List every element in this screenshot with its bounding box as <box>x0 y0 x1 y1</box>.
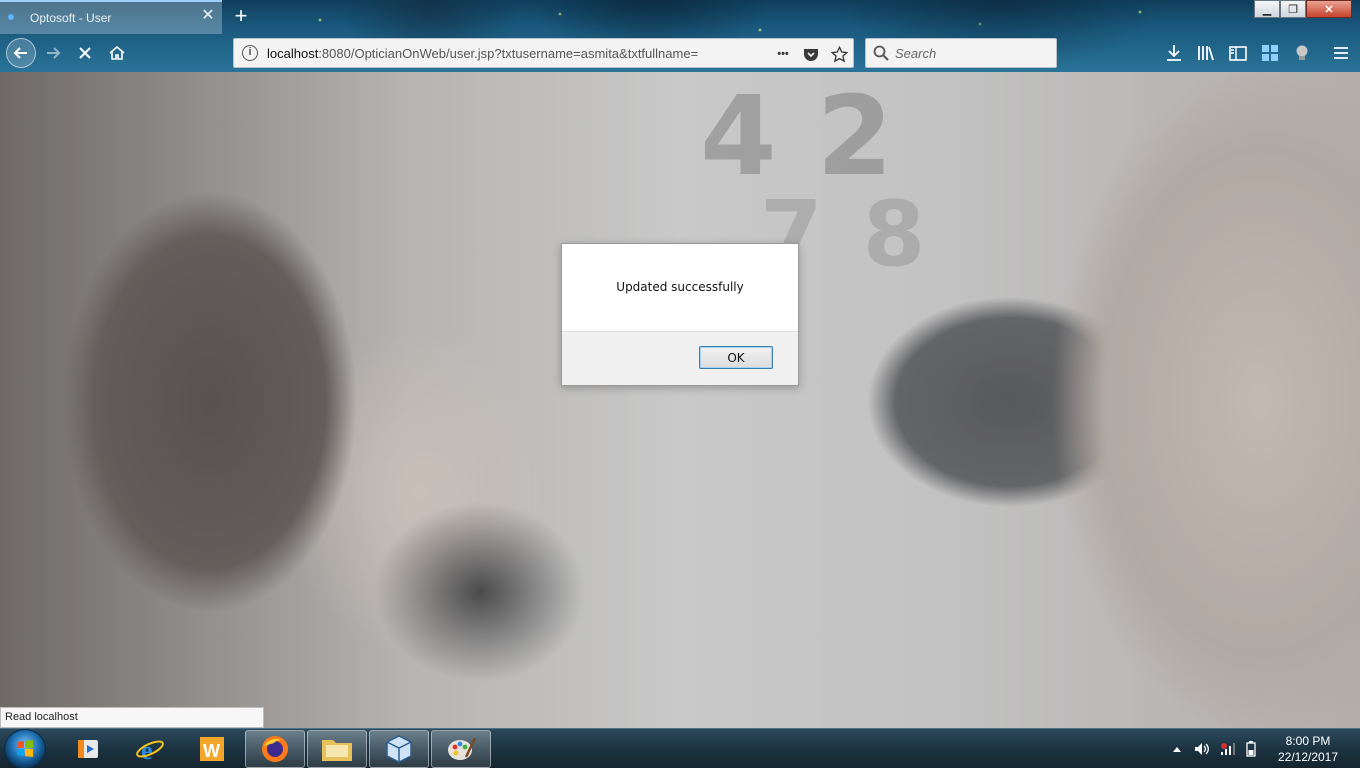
back-arrow-icon <box>6 38 36 68</box>
home-button[interactable] <box>102 38 132 68</box>
tab-title: Optosoft - User <box>30 11 112 25</box>
battery-icon[interactable] <box>1242 729 1260 768</box>
media-player-icon <box>78 740 98 758</box>
alert-message: Updated successfully <box>616 280 744 294</box>
taskbar-media-player[interactable] <box>58 730 118 768</box>
taskbar-paint[interactable] <box>431 730 491 768</box>
pocket-icon[interactable] <box>801 44 821 64</box>
search-input[interactable] <box>895 44 1050 62</box>
taskbar-virtualbox[interactable] <box>369 730 429 768</box>
minimize-button[interactable]: ▁ <box>1254 0 1280 18</box>
favicon-icon <box>8 14 14 20</box>
svg-text:e: e <box>141 736 153 764</box>
taskbar-file-explorer[interactable] <box>307 730 367 768</box>
taskbar-firefox[interactable] <box>245 730 305 768</box>
forward-arrow-icon <box>47 47 61 59</box>
status-bar: Read localhost <box>0 707 264 728</box>
taskbar: e W 8:00 PM 22/12/2017 <box>0 728 1360 768</box>
firefox-icon <box>262 736 288 762</box>
taskbar-internet-explorer[interactable]: e <box>120 730 180 768</box>
paint-palette-icon <box>448 737 476 760</box>
clock-time: 8:00 PM <box>1285 734 1331 748</box>
downloads-icon[interactable] <box>1163 42 1185 64</box>
svg-text:W: W <box>203 741 220 761</box>
back-button[interactable] <box>6 38 36 68</box>
page-background-photo: 42 78 <box>0 72 1360 728</box>
folder-icon <box>322 740 352 761</box>
browser-chrome: Optosoft - User ✕ + ▁ ❐ ✕ i localhost:80… <box>0 0 1360 72</box>
taskbar-word[interactable]: W <box>182 730 242 768</box>
alert-footer: OK <box>562 331 798 385</box>
menu-hamburger-icon[interactable] <box>1330 42 1352 64</box>
stop-x-icon <box>79 47 91 59</box>
start-button[interactable] <box>4 729 46 768</box>
windows-logo-icon <box>17 740 33 757</box>
home-icon <box>109 45 125 60</box>
url-host: localhost <box>267 46 319 61</box>
search-bar[interactable] <box>865 38 1057 68</box>
lightbulb-icon[interactable] <box>1291 42 1313 64</box>
page-actions-icon[interactable]: ••• <box>773 44 793 64</box>
restore-button[interactable]: ❐ <box>1280 0 1306 18</box>
new-tab-button[interactable]: + <box>230 4 252 28</box>
sidebar-icon[interactable] <box>1227 42 1249 64</box>
alert-dialog: Updated successfully OK <box>561 243 799 386</box>
library-icon[interactable] <box>1195 42 1217 64</box>
url-path: :8080/OpticianOnWeb/user.jsp?txtusername… <box>318 46 699 61</box>
eye-chart-row-1: 42 <box>700 72 934 200</box>
volume-icon[interactable] <box>1192 729 1212 768</box>
network-signal-icon[interactable] <box>1218 729 1238 768</box>
internet-explorer-icon: e <box>136 736 164 764</box>
stop-button[interactable] <box>70 38 100 68</box>
info-icon[interactable]: i <box>242 45 258 61</box>
url-text[interactable]: localhost:8080/OpticianOnWeb/user.jsp?tx… <box>267 46 757 61</box>
extension-grid-icon[interactable] <box>1259 42 1281 64</box>
address-bar[interactable]: i localhost:8080/OpticianOnWeb/user.jsp?… <box>233 38 854 68</box>
bookmark-star-icon[interactable] <box>829 44 849 64</box>
ok-button[interactable]: OK <box>699 346 773 369</box>
close-window-button[interactable]: ✕ <box>1306 0 1352 18</box>
forward-button[interactable] <box>38 38 68 68</box>
search-icon <box>873 45 889 61</box>
word-icon: W <box>200 737 224 761</box>
tab-optosoft-user[interactable]: Optosoft - User ✕ <box>0 0 222 34</box>
virtualbox-icon <box>386 735 412 763</box>
tab-close-icon[interactable]: ✕ <box>200 8 216 24</box>
window-controls: ▁ ❐ ✕ <box>1254 0 1352 18</box>
clock-date: 22/12/2017 <box>1277 750 1339 764</box>
navigation-toolbar: i localhost:8080/OpticianOnWeb/user.jsp?… <box>0 34 1360 72</box>
tray-expand-icon[interactable] <box>1170 729 1184 768</box>
system-clock[interactable]: 8:00 PM 22/12/2017 <box>1268 733 1348 765</box>
